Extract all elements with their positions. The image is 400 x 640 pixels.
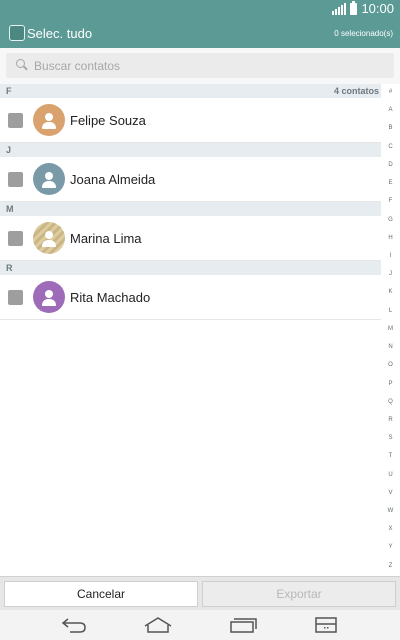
section-letter: R <box>6 263 13 273</box>
contact-row[interactable]: Rita Machado <box>0 275 381 320</box>
battery-icon <box>350 0 358 15</box>
contact-row[interactable]: Joana Almeida <box>0 157 381 202</box>
search-icon <box>16 58 30 73</box>
index-letter[interactable]: L <box>389 308 392 314</box>
index-letter[interactable]: A <box>388 107 392 113</box>
index-letter[interactable]: O <box>388 362 393 368</box>
section-header-m: M <box>0 202 381 216</box>
index-letter[interactable]: # <box>389 89 392 95</box>
navigation-bar <box>0 610 400 640</box>
index-letter[interactable]: B <box>388 125 392 131</box>
index-letter[interactable]: R <box>388 417 392 423</box>
action-bar: Selec. tudo 0 selecionado(s) <box>0 18 400 48</box>
avatar <box>33 104 65 136</box>
section-letter: F <box>6 86 12 96</box>
contact-name: Joana Almeida <box>70 171 156 187</box>
section-header-j: J <box>0 143 381 157</box>
export-button[interactable]: Exportar <box>202 581 396 607</box>
recent-apps-icon[interactable] <box>228 616 258 634</box>
contact-row[interactable]: Marina Lima <box>0 216 381 261</box>
contact-name: Felipe Souza <box>70 112 146 128</box>
contact-checkbox[interactable] <box>8 171 23 187</box>
section-letter: J <box>6 145 12 155</box>
index-letter[interactable]: Q <box>388 399 393 405</box>
index-letter[interactable]: K <box>388 289 392 295</box>
search-area <box>0 48 400 84</box>
index-letter[interactable]: S <box>388 435 392 441</box>
alphabet-index[interactable]: # A B C D E F G H I J K L M N O P Q R S T U V W X Y Z <box>381 89 400 569</box>
index-letter[interactable]: I <box>390 253 392 259</box>
index-letter[interactable]: X <box>388 526 392 532</box>
contact-name: Rita Machado <box>70 289 151 305</box>
contact-list: F 4 contatos Felipe Souza J Joana Almeid… <box>0 84 381 320</box>
contact-checkbox[interactable] <box>8 112 23 128</box>
avatar <box>33 222 65 254</box>
index-letter[interactable]: Z <box>389 563 393 569</box>
select-all-checkbox[interactable]: Selec. tudo <box>9 25 92 41</box>
selected-count: 0 selecionado(s) <box>334 28 393 38</box>
search-box[interactable] <box>6 53 394 78</box>
contact-row[interactable]: Felipe Souza <box>0 98 381 143</box>
status-bar: 10:00 <box>0 0 400 18</box>
search-input[interactable] <box>34 58 374 73</box>
contact-name: Marina Lima <box>70 230 142 246</box>
back-icon[interactable] <box>60 616 88 634</box>
index-letter[interactable]: J <box>389 271 392 277</box>
menu-icon[interactable] <box>314 616 338 634</box>
index-letter[interactable]: F <box>389 198 393 204</box>
status-icons: 10:00 <box>332 0 394 16</box>
contacts-count: 4 contatos <box>333 86 379 96</box>
select-all-label[interactable]: Selec. tudo <box>27 26 92 41</box>
index-letter[interactable]: U <box>388 472 392 478</box>
index-letter[interactable]: E <box>388 180 392 186</box>
section-header-r: R <box>0 261 381 275</box>
bottom-buttons: Cancelar Exportar <box>0 576 400 610</box>
avatar <box>33 163 65 195</box>
index-letter[interactable]: W <box>388 508 394 514</box>
index-letter[interactable]: M <box>388 326 393 332</box>
index-letter[interactable]: D <box>388 162 392 168</box>
status-time: 10:00 <box>361 1 394 16</box>
index-letter[interactable]: H <box>388 235 392 241</box>
avatar <box>33 281 65 313</box>
contact-checkbox[interactable] <box>8 289 23 305</box>
index-letter[interactable]: Y <box>388 544 392 550</box>
section-letter: M <box>6 204 14 214</box>
index-letter[interactable]: G <box>388 217 393 223</box>
contact-checkbox[interactable] <box>8 230 23 246</box>
index-letter[interactable]: P <box>388 381 392 387</box>
signal-icon <box>332 2 347 15</box>
cancel-button[interactable]: Cancelar <box>4 581 198 607</box>
select-all-checkbox-box[interactable] <box>9 25 25 41</box>
index-letter[interactable]: C <box>388 144 392 150</box>
home-icon[interactable] <box>143 616 173 634</box>
section-header-f: F 4 contatos <box>0 84 381 98</box>
index-letter[interactable]: T <box>389 453 393 459</box>
index-letter[interactable]: N <box>388 344 392 350</box>
index-letter[interactable]: V <box>388 490 392 496</box>
